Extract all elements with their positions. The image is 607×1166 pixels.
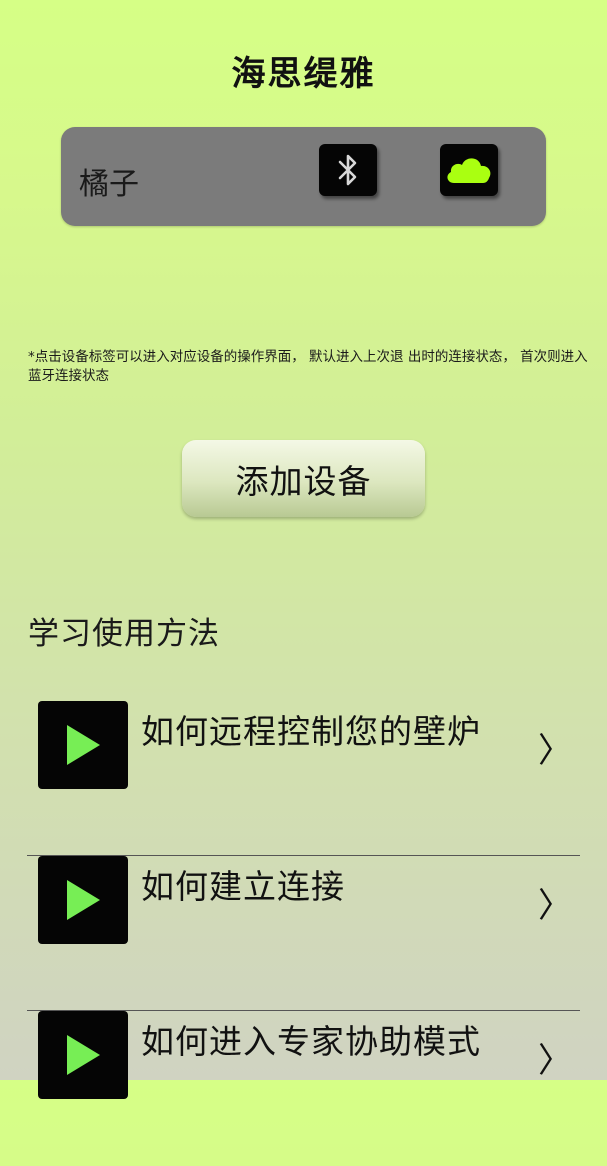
hint-text: *点击设备标签可以进入对应设备的操作界面， 默认进入上次退 出时的连接状态， 首… (28, 349, 588, 384)
tutorial-item-expert-mode[interactable]: 如何进入专家协助模式 〉 (27, 1011, 580, 1166)
video-thumbnail[interactable] (38, 856, 128, 944)
tutorial-item-connect[interactable]: 如何建立连接 〉 (27, 856, 580, 1011)
video-thumbnail[interactable] (38, 701, 128, 789)
cloud-button[interactable] (440, 144, 498, 196)
device-card[interactable]: 橘子 (61, 127, 546, 226)
add-device-button[interactable]: 添加设备 (182, 440, 425, 517)
chevron-right-icon: 〉 (538, 1041, 572, 1081)
chevron-right-icon: 〉 (538, 731, 572, 771)
play-icon (67, 880, 100, 920)
tutorial-label: 如何建立连接 (141, 867, 345, 906)
video-thumbnail[interactable] (38, 1011, 128, 1099)
bluetooth-button[interactable] (319, 144, 377, 196)
app-title: 海思缇雅 (231, 54, 376, 94)
play-icon (67, 1035, 100, 1075)
section-title: 学习使用方法 (28, 616, 220, 652)
bluetooth-icon (338, 154, 357, 186)
tutorial-label: 如何进入专家协助模式 (141, 1022, 481, 1061)
play-icon (67, 725, 100, 765)
chevron-right-icon: 〉 (538, 886, 572, 926)
tutorial-item-remote-control[interactable]: 如何远程控制您的壁炉 〉 (27, 701, 580, 856)
tutorial-label: 如何远程控制您的壁炉 (141, 712, 481, 751)
device-name: 橘子 (79, 167, 139, 202)
cloud-icon (447, 158, 491, 183)
